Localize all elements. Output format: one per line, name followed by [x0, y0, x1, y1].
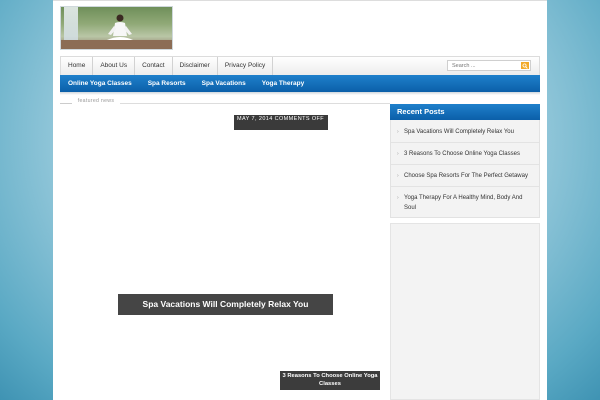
- recent-posts-widget: Recent Posts › Spa Vacations Will Complet…: [390, 104, 540, 218]
- bullet-arrow-icon: ›: [397, 151, 399, 157]
- category-nav-shadow: [60, 92, 540, 95]
- category-navigation: Online Yoga Classes Spa Resorts Spa Vaca…: [60, 75, 540, 95]
- bullet-arrow-icon: ›: [397, 129, 399, 135]
- recent-post-link[interactable]: Choose Spa Resorts For The Perfect Getaw…: [404, 173, 528, 179]
- site-logo[interactable]: [60, 6, 173, 50]
- nav-item-about-us[interactable]: About Us: [93, 57, 136, 75]
- bullet-arrow-icon: ›: [397, 195, 399, 201]
- slide-thumb-caption[interactable]: 3 Reasons To Choose Online Yoga Classes: [280, 371, 380, 390]
- category-item-yoga-therapy[interactable]: Yoga Therapy: [254, 75, 313, 92]
- recent-post-item[interactable]: › 3 Reasons To Choose Online Yoga Classes: [391, 143, 539, 165]
- category-item-spa-resorts[interactable]: Spa Resorts: [140, 75, 194, 92]
- post-date-badge: MAY 7, 2014 COMMENTS OFF: [234, 115, 328, 130]
- top-divider: [53, 0, 547, 1]
- search-icon: [522, 62, 528, 69]
- featured-section-header: featured news: [60, 98, 390, 112]
- recent-post-item[interactable]: › Spa Vacations Will Completely Relax You: [391, 121, 539, 143]
- featured-rule-right: [120, 103, 390, 104]
- category-item-online-yoga-classes[interactable]: Online Yoga Classes: [60, 75, 140, 92]
- recent-post-item[interactable]: › Choose Spa Resorts For The Perfect Geta…: [391, 165, 539, 187]
- featured-label: featured news: [77, 98, 115, 104]
- page-container: Home About Us Contact Disclaimer Privacy…: [53, 0, 547, 400]
- featured-slider[interactable]: [118, 112, 381, 400]
- recent-post-link[interactable]: 3 Reasons To Choose Online Yoga Classes: [404, 151, 520, 157]
- recent-post-link[interactable]: Yoga Therapy For A Healthy Mind, Body An…: [404, 195, 522, 211]
- recent-post-item[interactable]: › Yoga Therapy For A Healthy Mind, Body A…: [391, 187, 539, 218]
- recent-post-link[interactable]: Spa Vacations Will Completely Relax You: [404, 129, 514, 135]
- nav-item-contact[interactable]: Contact: [135, 57, 173, 75]
- nav-item-privacy-policy[interactable]: Privacy Policy: [218, 57, 274, 75]
- category-item-spa-vacations[interactable]: Spa Vacations: [194, 75, 254, 92]
- main-navigation: Home About Us Contact Disclaimer Privacy…: [60, 56, 540, 75]
- search-button[interactable]: [521, 62, 529, 69]
- sidebar-widget-empty: [390, 223, 540, 400]
- nav-item-disclaimer[interactable]: Disclaimer: [173, 57, 218, 75]
- slide-title[interactable]: Spa Vacations Will Completely Relax You: [118, 294, 333, 315]
- bullet-arrow-icon: ›: [397, 173, 399, 179]
- logo-deck: [61, 40, 172, 49]
- featured-rule-left: [60, 103, 72, 104]
- nav-item-home[interactable]: Home: [61, 57, 94, 75]
- recent-posts-list: › Spa Vacations Will Completely Relax You…: [391, 121, 539, 218]
- search-box: [447, 60, 531, 71]
- recent-posts-title: Recent Posts: [390, 104, 540, 120]
- search-input[interactable]: [448, 61, 521, 70]
